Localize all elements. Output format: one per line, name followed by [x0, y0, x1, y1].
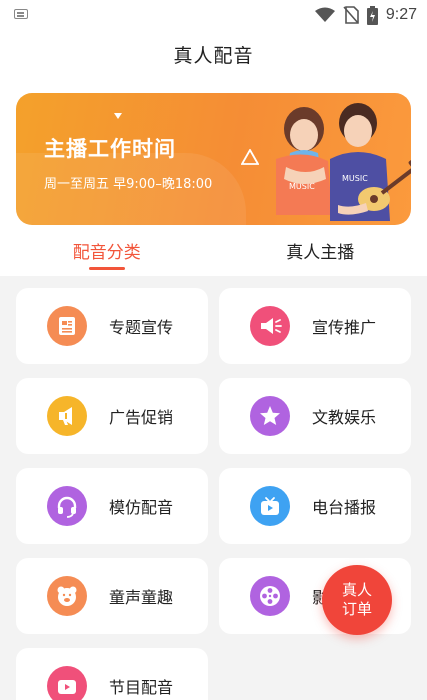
category-label: 文教娱乐 [312, 408, 377, 427]
real-person-order-button[interactable]: 真人订单 [322, 565, 392, 635]
tab-voice-hosts[interactable]: 真人主播 [214, 228, 427, 272]
document-icon [47, 306, 87, 346]
category-card-kids-voice[interactable]: 童声童趣 [16, 558, 208, 634]
triangle-decor-icon [114, 113, 122, 119]
category-card-ad-sales[interactable]: 广告促销 [16, 378, 208, 454]
banner-subtitle: 周一至周五 早9:00–晚18:00 [44, 177, 213, 192]
category-label: 宣传推广 [312, 318, 377, 337]
category-card-radio-broadcast[interactable]: 电台播报 [219, 468, 411, 544]
category-card-edu-entertainment[interactable]: 文教娱乐 [219, 378, 411, 454]
category-grid: 专题宣传 宣传推广 广告促销 文教娱乐 模仿配音 电台播报 童声童趣 节目配音 [0, 276, 427, 700]
headset-icon [47, 486, 87, 526]
category-label: 广告促销 [109, 408, 174, 427]
loudspeaker-icon [47, 396, 87, 436]
category-card-imitation-voice[interactable]: 模仿配音 [16, 468, 208, 544]
category-label: 节目配音 [109, 678, 174, 697]
bear-icon [47, 576, 87, 616]
wifi-icon [314, 7, 335, 22]
no-sim-icon [343, 6, 359, 24]
keyboard-icon [14, 9, 28, 19]
megaphone-icon [250, 306, 290, 346]
category-label: 模仿配音 [109, 498, 174, 517]
film-reel-icon [250, 576, 290, 616]
category-label: 电台播报 [312, 498, 377, 517]
category-card-promotion[interactable]: 宣传推广 [219, 288, 411, 364]
hosts-illustration: MUSIC MUSIC [276, 103, 411, 221]
battery-icon [366, 5, 378, 25]
tv-icon [250, 486, 290, 526]
banner-title: 主播工作时间 [44, 137, 176, 161]
page-title: 真人配音 [173, 44, 254, 67]
category-card-program-voice[interactable]: 节目配音 [16, 648, 208, 700]
status-time: 9:27 [385, 6, 417, 23]
star-icon [250, 396, 290, 436]
status-bar: 9:27 [0, 0, 427, 30]
tab-active-indicator [88, 267, 125, 270]
tab-label: 真人主播 [286, 242, 355, 263]
category-tabs: 配音分类 真人主播 [0, 228, 427, 272]
program-icon [47, 666, 87, 700]
shirt-text-right: MUSIC [342, 174, 368, 183]
tab-voice-categories[interactable]: 配音分类 [0, 228, 214, 272]
category-label: 专题宣传 [109, 318, 174, 337]
category-card-special-promo[interactable]: 专题宣传 [16, 288, 208, 364]
header: 真人配音 [0, 30, 427, 78]
tab-label: 配音分类 [72, 242, 141, 263]
category-label: 童声童趣 [109, 588, 174, 607]
banner[interactable]: 主播工作时间 周一至周五 早9:00–晚18:00 MUSIC MUSIC [16, 93, 411, 225]
fab-label: 真人订单 [341, 581, 372, 618]
